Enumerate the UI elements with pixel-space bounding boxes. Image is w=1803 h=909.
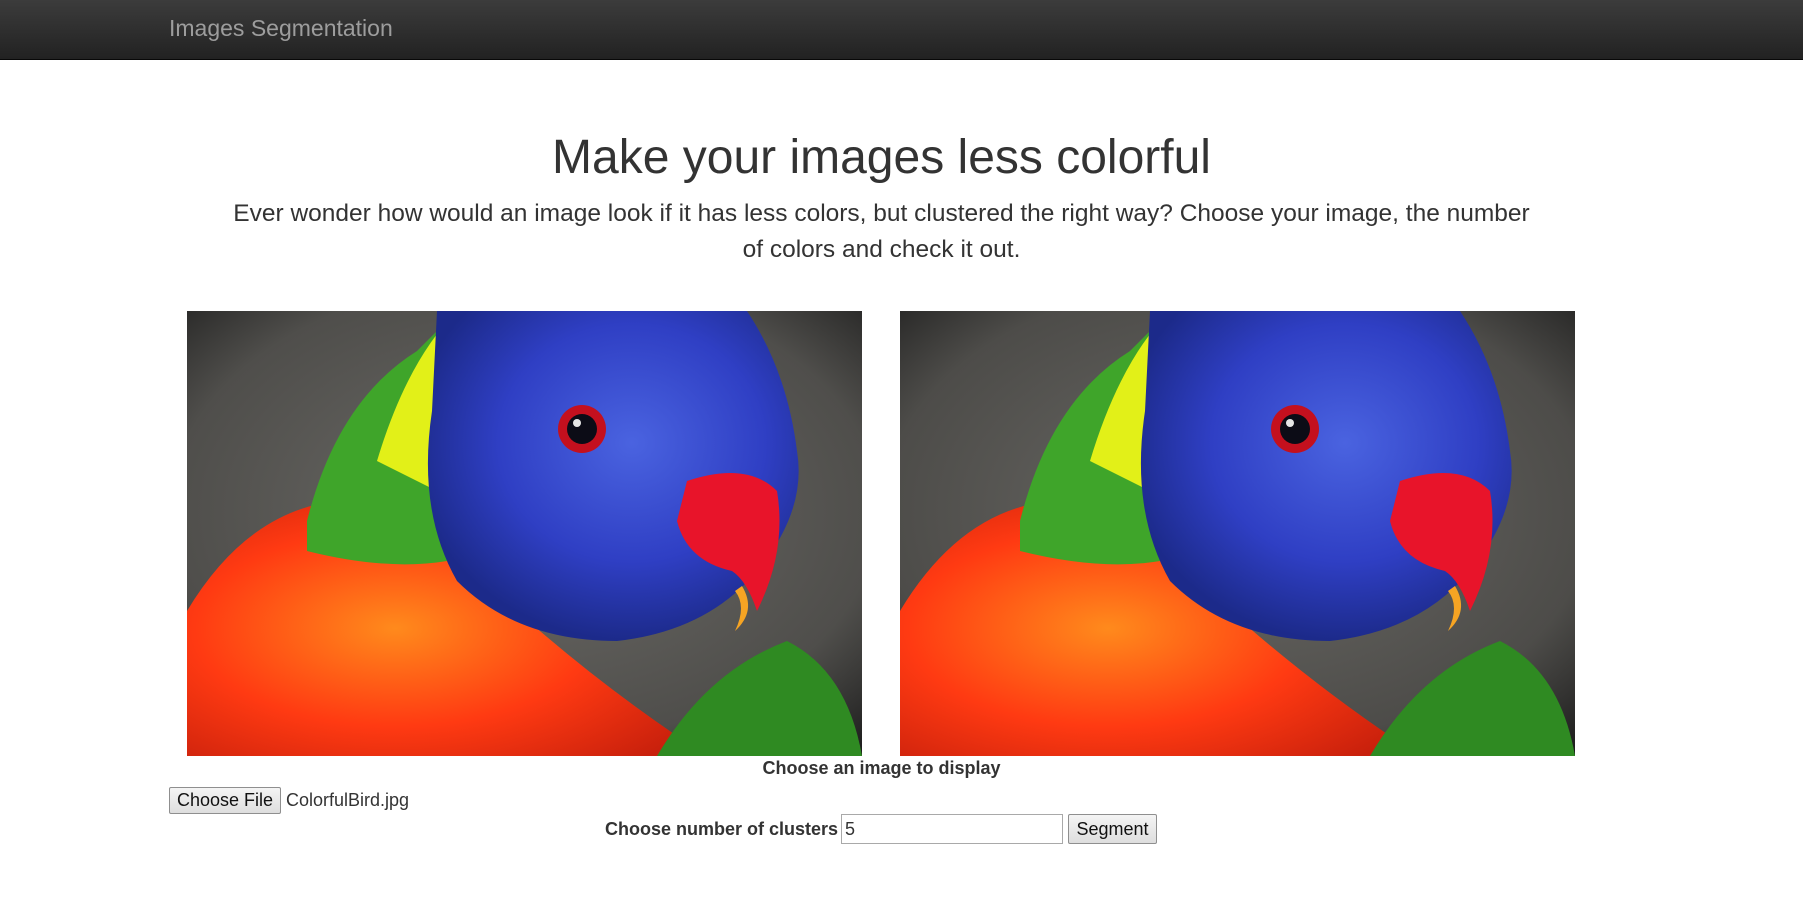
parrot-image: [900, 311, 1575, 756]
page-subtitle: Ever wonder how would an image look if i…: [233, 200, 1530, 263]
navbar: Images Segmentation: [0, 0, 1803, 60]
segment-button[interactable]: Segment: [1068, 814, 1157, 844]
brand-link[interactable]: Images Segmentation: [169, 14, 393, 42]
page-title: Make your images less colorful: [552, 131, 1211, 184]
clusters-input[interactable]: [841, 814, 1063, 844]
parrot-image: [187, 311, 862, 756]
segmented-image: [900, 311, 1575, 756]
upload-caption: Choose an image to display: [762, 758, 1001, 778]
clusters-label: Choose number of clusters: [605, 819, 839, 839]
selected-file-name: ColorfulBird.jpg: [286, 790, 410, 810]
original-image: [187, 311, 862, 756]
choose-file-button[interactable]: Choose File: [169, 787, 281, 814]
